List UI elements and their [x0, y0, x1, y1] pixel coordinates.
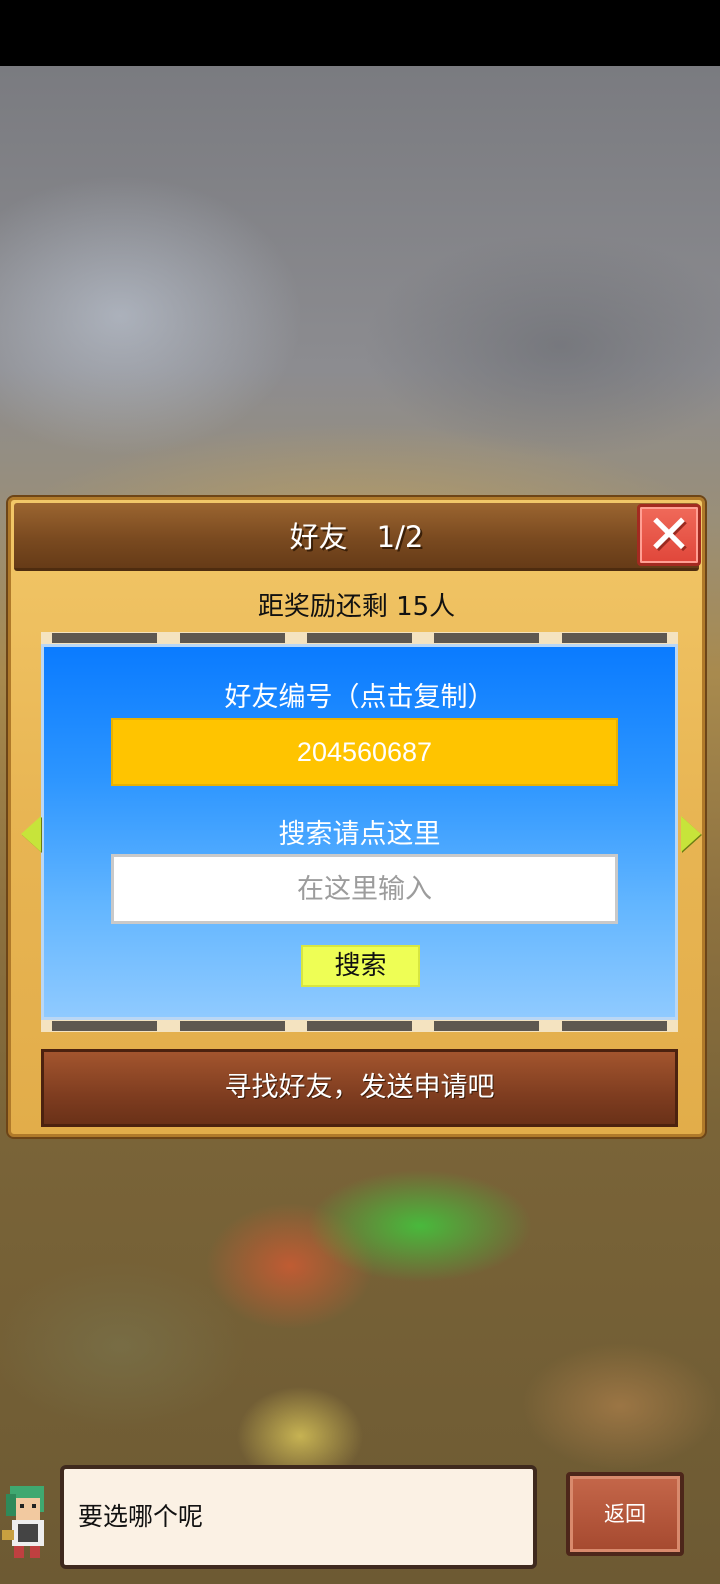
search-input[interactable]: [111, 854, 618, 924]
status-bar: [0, 0, 720, 66]
tab-segment: [306, 1021, 412, 1031]
prev-page-arrow-icon[interactable]: [21, 816, 41, 852]
close-x-icon: ✕: [646, 503, 692, 566]
tab-segment: [561, 633, 667, 643]
tab-strip-top: [41, 632, 678, 644]
tab-segment: [179, 633, 285, 643]
dialog-header: 好友 1/2: [14, 503, 699, 571]
tab-segment: [434, 1021, 540, 1031]
reward-countdown: 距奖励还剩 15人: [257, 592, 456, 622]
tab-segment: [434, 633, 540, 643]
friend-dialog: 好友 1/2 ✕ 距奖励还剩 15人 好友编号（点击复制） 204560687 …: [8, 497, 705, 1137]
dialog-title: 好友 1/2: [289, 520, 424, 554]
tab-segment: [52, 633, 158, 643]
friend-code-copy-button[interactable]: 204560687: [111, 718, 618, 786]
next-page-arrow-icon[interactable]: [681, 816, 701, 852]
speech-bubble: 要选哪个呢: [60, 1465, 537, 1569]
tab-segment: [179, 1021, 285, 1031]
friend-code-panel: 好友编号（点击复制） 204560687 搜索请点这里 搜索: [41, 644, 678, 1020]
search-button[interactable]: 搜索: [301, 945, 420, 987]
close-button[interactable]: ✕: [637, 504, 701, 566]
tab-segment: [561, 1021, 667, 1031]
back-button[interactable]: 返回: [566, 1472, 684, 1556]
friend-code-label: 好友编号（点击复制）: [224, 682, 495, 713]
search-label: 搜索请点这里: [278, 819, 441, 850]
tab-strip-bottom: [41, 1020, 678, 1032]
character-portrait-icon: [0, 1468, 60, 1568]
tab-segment: [52, 1021, 158, 1031]
speech-text: 要选哪个呢: [78, 1502, 204, 1531]
find-friends-banner[interactable]: 寻找好友，发送申请吧: [41, 1049, 678, 1127]
tab-segment: [306, 633, 412, 643]
